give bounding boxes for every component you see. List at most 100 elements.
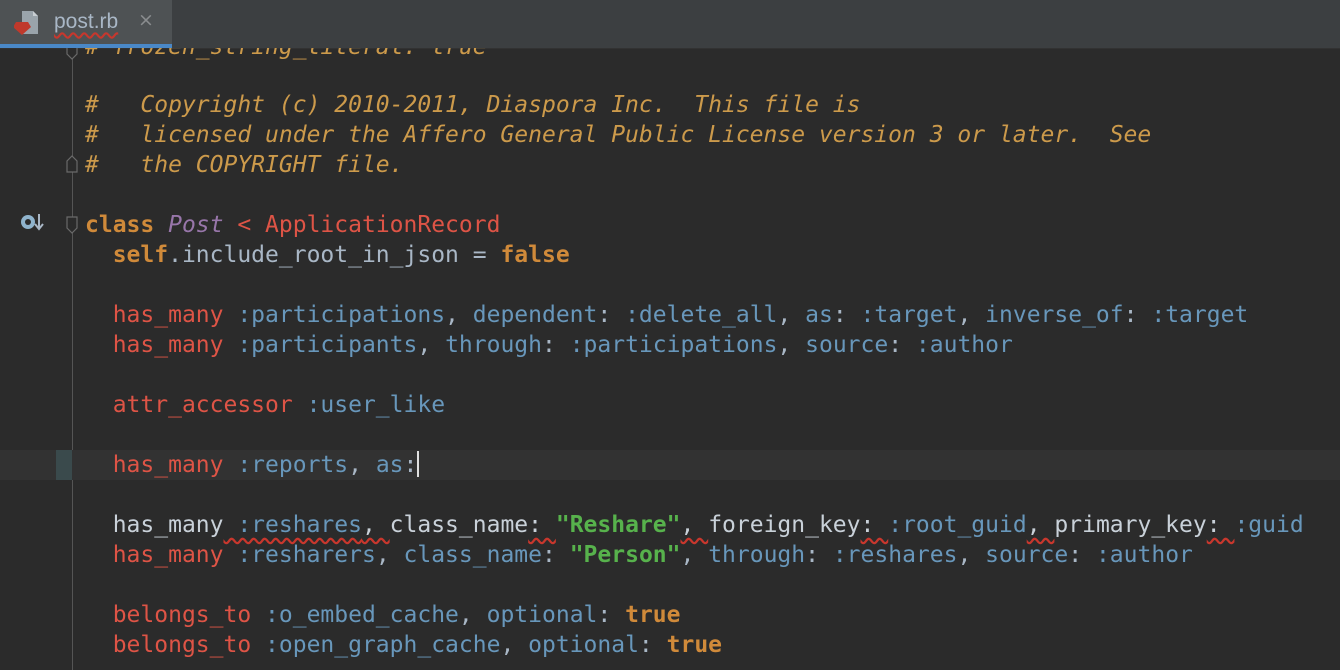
symbol: :participants [223,332,418,358]
punct: : [888,332,916,358]
keyword: true [666,632,723,658]
punct: , [957,542,986,568]
punct: , [680,512,709,538]
punct: : [542,332,570,358]
keyword: self [112,242,169,268]
comment-text: licensed under the Affero General Public… [98,122,1152,148]
hash-key: as [805,302,833,328]
punct: : [805,542,833,568]
punct: , [417,332,446,358]
comment-hash: # [85,92,99,118]
fold-end-icon[interactable] [64,154,80,174]
class-name: Post [168,212,224,238]
punct: , [361,512,390,538]
symbol: :author [1095,542,1193,568]
comment-text: Copyright (c) 2010-2011, Diaspora Inc. T… [98,92,861,118]
text-caret [417,451,420,477]
current-code-line: has_many :reports, as: [0,450,1340,480]
symbol: :target [1151,302,1249,328]
punct: , [458,602,487,628]
symbol: :target [860,302,958,328]
code-line: has_many :participants, through: :partic… [0,330,1340,360]
method-call: belongs_to [112,632,252,658]
punct: , [375,542,404,568]
code-text: .include_root_in_json = [168,242,501,268]
keyword: true [625,602,681,628]
symbol: :delete_all [625,302,778,328]
symbol: :o_embed_cache [251,602,459,628]
hash-key: dependent [472,302,598,328]
method-call: has_many [112,452,224,478]
symbol: :root_guid [888,512,1027,538]
hash-key: optional [486,602,598,628]
punct: : [1123,302,1152,328]
punct: , [777,332,806,358]
punct: : [832,302,861,328]
tab-post-rb[interactable]: post.rb × [0,0,172,48]
method-call: has_many [112,332,224,358]
fold-end-icon[interactable] [64,48,80,62]
punct: : [403,452,418,478]
method-call: attr_accessor [112,392,293,418]
code-line: attr_accessor :user_like [0,390,1340,420]
punct: : [597,302,626,328]
punct: : [638,632,667,658]
close-icon[interactable]: × [138,9,154,31]
string: "Reshare" [555,512,681,538]
symbol: :participations [569,332,778,358]
keyword: class [85,212,155,238]
comment-text: the COPYRIGHT file. [98,152,404,178]
punct: : [528,512,556,538]
operator: < [223,212,266,238]
code-line: belongs_to :open_graph_cache, optional: … [0,630,1340,660]
symbol: :participations [223,302,446,328]
symbol: :reshares [223,512,362,538]
hash-key: as [375,452,404,478]
symbol: :reports [223,452,349,478]
ruby-file-icon [14,11,38,35]
code-line: has_many :reshares, class_name: "Reshare… [0,510,1340,540]
method-call: belongs_to [112,602,252,628]
hash-key: inverse_of [985,302,1124,328]
parent-class: ApplicationRecord [265,212,501,238]
hash-key: primary_key [1054,512,1207,538]
method-call: has_many [112,302,224,328]
method-call: has_many [112,542,224,568]
code-line: self.include_root_in_json = false [0,240,1340,270]
editor-tab-bar: post.rb × [0,0,1340,49]
method-call: has_many [112,512,224,538]
code-line: has_many :participations, dependent: :de… [0,300,1340,330]
hash-key: through [445,332,542,358]
punct: : [1068,542,1096,568]
code-line: # frozen_string_literal: true [0,48,1340,62]
code-line: # Copyright (c) 2010-2011, Diaspora Inc.… [0,90,1340,120]
punct: , [445,302,473,328]
hash-key: class_name [403,542,542,568]
string: "Person" [569,542,681,568]
punct: : [860,512,889,538]
symbol: :guid [1234,512,1304,538]
hash-key: foreign_key [708,512,861,538]
symbol: :user_like [292,392,446,418]
hash-key: optional [528,632,639,658]
code-editor[interactable]: # frozen_string_literal: true # Copyrigh… [0,48,1340,670]
punct: : [1206,512,1235,538]
code-line: belongs_to :o_embed_cache, optional: tru… [0,600,1340,630]
hash-key: class_name [389,512,529,538]
comment-hash: # [85,152,99,178]
punct: , [957,302,986,328]
symbol: :author [915,332,1013,358]
punct: , [680,542,709,568]
code-line: has_many :resharers, class_name: "Person… [0,540,1340,570]
punct: , [1026,512,1055,538]
keyword: false [500,242,570,268]
code-line: class Post < ApplicationRecord [0,210,1340,240]
tab-title: post.rb [54,10,119,33]
punct: , [500,632,529,658]
punct: , [777,302,806,328]
comment-hash: # [85,122,99,148]
punct: : [597,602,626,628]
code-line: # licensed under the Affero General Publ… [0,120,1340,150]
comment-text: # frozen_string_literal: true [85,48,487,60]
hash-key: source [805,332,889,358]
